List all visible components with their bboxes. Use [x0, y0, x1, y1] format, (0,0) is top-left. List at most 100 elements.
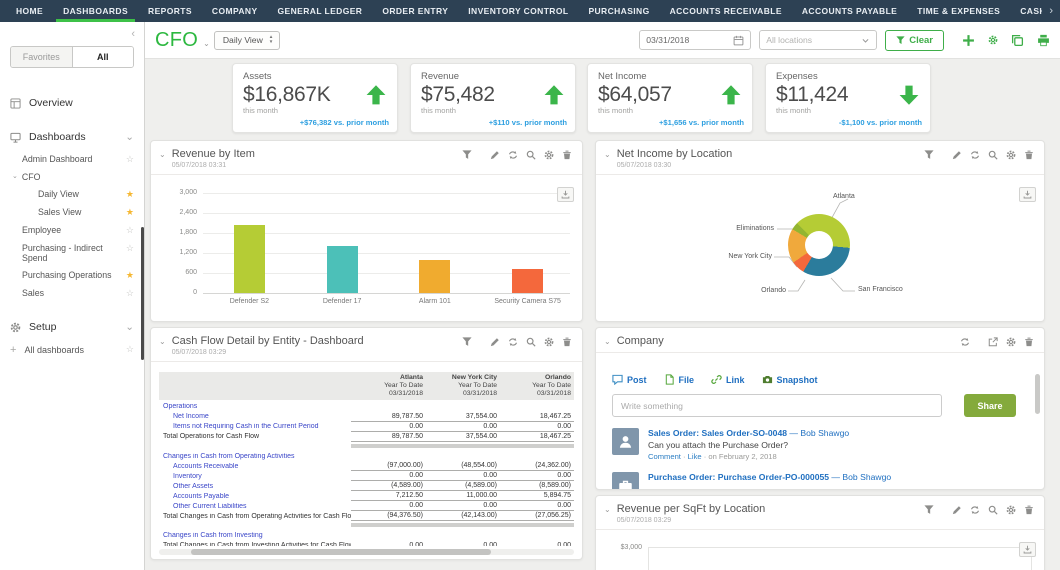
refresh-icon[interactable] [508, 337, 518, 347]
edit-icon[interactable] [490, 150, 500, 160]
scrollbar-thumb[interactable] [191, 549, 491, 555]
nav-item-company[interactable]: COMPANY [202, 0, 268, 22]
sidebar-item-cfo[interactable]: ⌄CFO [0, 168, 144, 185]
feed-item-title[interactable]: Purchase Order: Purchase Order-PO-000055… [648, 472, 891, 483]
search-icon[interactable] [526, 150, 536, 160]
nav-item-inventory-control[interactable]: INVENTORY CONTROL [458, 0, 578, 22]
chevron-down-icon[interactable]: ⌄ [125, 321, 134, 333]
star-filled-icon[interactable]: ★ [126, 189, 134, 200]
download-chart-button[interactable] [557, 187, 574, 202]
sidebar-item-sales[interactable]: Sales☆ [0, 284, 144, 302]
sidebar-item-daily-view[interactable]: Daily View★ [0, 185, 144, 203]
view-select[interactable]: Daily View ▲▼ [214, 31, 281, 50]
composer-tab-post[interactable]: Post [612, 374, 647, 385]
chevron-down-icon[interactable]: ⌄ [125, 131, 134, 143]
nav-item-accounts-payable[interactable]: ACCOUNTS PAYABLE [792, 0, 907, 22]
trash-icon[interactable] [562, 150, 572, 160]
collapse-chevron-icon[interactable]: ⌄ [604, 505, 611, 514]
sidebar-item-purchasing-operations[interactable]: Purchasing Operations★ [0, 266, 144, 284]
download-chart-button[interactable] [1019, 542, 1036, 557]
star-outline-icon[interactable]: ☆ [126, 288, 134, 299]
nav-item-reports[interactable]: REPORTS [138, 0, 202, 22]
gear-icon[interactable] [1006, 150, 1016, 160]
row-link[interactable]: Accounts Receivable [159, 463, 351, 472]
tab-favorites[interactable]: Favorites [11, 47, 72, 67]
composer-tab-link[interactable]: Link [711, 374, 745, 385]
clear-filters-button[interactable]: Clear [885, 30, 944, 51]
row-link[interactable]: Changes in Cash from Operating Activitie… [159, 453, 351, 462]
gear-icon[interactable] [1006, 337, 1016, 347]
print-button[interactable] [1037, 34, 1050, 47]
nav-item-accounts-receivable[interactable]: ACCOUNTS RECEIVABLE [660, 0, 792, 22]
trash-icon[interactable] [1024, 505, 1034, 515]
filter-icon[interactable] [462, 150, 472, 160]
search-icon[interactable] [988, 505, 998, 515]
star-outline-icon[interactable]: ☆ [126, 344, 134, 355]
edit-icon[interactable] [952, 505, 962, 515]
star-outline-icon[interactable]: ☆ [126, 154, 134, 165]
filter-icon[interactable] [924, 505, 934, 515]
trash-icon[interactable] [1024, 337, 1034, 347]
star-filled-icon[interactable]: ★ [126, 270, 134, 281]
edit-icon[interactable] [952, 150, 962, 160]
edit-icon[interactable] [490, 337, 500, 347]
row-link[interactable]: Changes in Cash from Investing [159, 532, 351, 541]
collapse-chevron-icon[interactable]: ⌄ [604, 150, 611, 159]
filter-icon[interactable] [462, 337, 472, 347]
sidebar-item-sales-view[interactable]: Sales View★ [0, 203, 144, 221]
sidebar-item-overview[interactable]: Overview [0, 90, 144, 116]
add-button[interactable] [962, 34, 975, 47]
bar-defender-s2[interactable] [234, 225, 265, 293]
chevron-down-icon[interactable]: ⌄ [203, 39, 210, 48]
nav-item-order-entry[interactable]: ORDER ENTRY [372, 0, 458, 22]
bar-alarm-101[interactable] [419, 260, 450, 293]
star-filled-icon[interactable]: ★ [126, 207, 134, 218]
nav-item-cash-management[interactable]: CASH MANAGEMENT [1010, 0, 1042, 22]
sidebar-item-purchasing-indirect-spend[interactable]: Purchasing - Indirect Spend☆ [0, 239, 144, 266]
feed-item-title[interactable]: Sales Order: Sales Order-SO-0048 — Bob S… [648, 428, 849, 439]
collapse-chevron-icon[interactable]: ⌄ [604, 337, 611, 346]
search-icon[interactable] [526, 337, 536, 347]
nav-item-home[interactable]: HOME [6, 0, 53, 22]
sidebar-item-dashboards[interactable]: Dashboards ⌄ [0, 124, 144, 150]
date-input[interactable]: 03/31/2018 [639, 30, 751, 50]
nav-item-dashboards[interactable]: DASHBOARDS [53, 0, 138, 22]
composer-tab-snapshot[interactable]: Snapshot [762, 374, 818, 385]
trash-icon[interactable] [562, 337, 572, 347]
share-button[interactable]: Share [964, 394, 1016, 417]
refresh-icon[interactable] [508, 150, 518, 160]
sidebar-item-all-dashboards[interactable]: + All dashboards ☆ [0, 340, 144, 362]
row-link[interactable]: Operations [159, 403, 351, 412]
row-link[interactable]: Items not Requiring Cash in the Current … [159, 423, 351, 432]
like-link[interactable]: Like [688, 452, 702, 461]
refresh-icon[interactable] [970, 505, 980, 515]
settings-button[interactable] [988, 35, 998, 45]
nav-item-purchasing[interactable]: PURCHASING [578, 0, 659, 22]
donut[interactable] [788, 214, 850, 276]
gear-icon[interactable] [544, 150, 554, 160]
sidebar-collapse-icon[interactable]: ‹ [131, 28, 135, 40]
trash-icon[interactable] [1024, 150, 1034, 160]
bar-security-camera-s75[interactable] [512, 269, 543, 293]
sidebar-item-setup[interactable]: Setup ⌄ [0, 314, 144, 340]
row-link[interactable]: Inventory [159, 473, 351, 482]
download-chart-button[interactable] [1019, 187, 1036, 202]
external-link-icon[interactable] [988, 337, 998, 347]
nav-item-time-expenses[interactable]: TIME & EXPENSES [907, 0, 1010, 22]
refresh-icon[interactable] [970, 150, 980, 160]
sidebar-item-employee[interactable]: Employee☆ [0, 221, 144, 239]
sidebar-item-admin-dashboard[interactable]: Admin Dashboard☆ [0, 150, 144, 168]
collapse-chevron-icon[interactable]: ⌄ [159, 337, 166, 346]
nav-item-general-ledger[interactable]: GENERAL LEDGER [268, 0, 373, 22]
collapse-chevron-icon[interactable]: ⌄ [159, 150, 166, 159]
duplicate-button[interactable] [1011, 34, 1024, 47]
gear-icon[interactable] [1006, 505, 1016, 515]
star-outline-icon[interactable]: ☆ [126, 225, 134, 236]
comment-link[interactable]: Comment [648, 452, 681, 461]
composer-tab-file[interactable]: File [664, 374, 695, 385]
sidebar-scrollbar[interactable] [141, 227, 144, 360]
refresh-icon[interactable] [960, 337, 970, 347]
nav-overflow-arrow[interactable]: › [1042, 0, 1060, 22]
star-outline-icon[interactable]: ☆ [126, 243, 134, 254]
row-link[interactable]: Other Assets [159, 483, 351, 492]
